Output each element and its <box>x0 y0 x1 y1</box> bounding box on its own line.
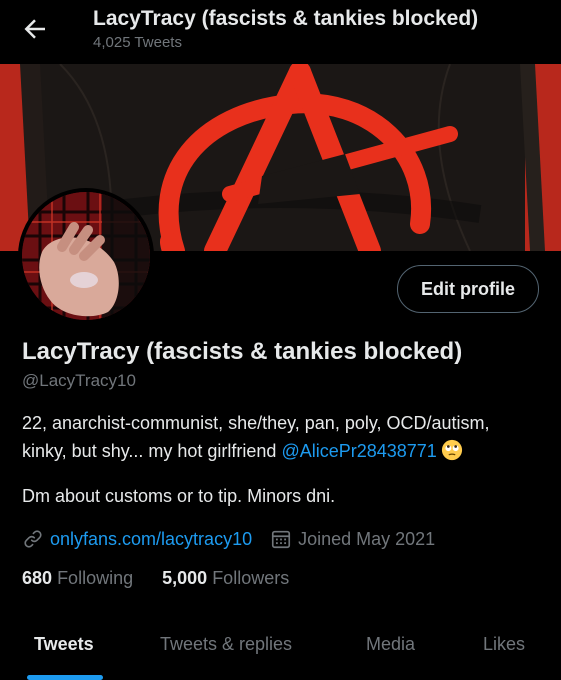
avatar-image <box>22 192 150 320</box>
followers-link[interactable]: 5,000 Followers <box>162 568 289 588</box>
back-button[interactable] <box>20 14 50 44</box>
top-bar: LacyTracy (fascists & tankies blocked) 4… <box>0 0 561 64</box>
tab-tweets[interactable]: Tweets <box>34 634 94 655</box>
profile-meta: onlyfans.com/lacytracy10 Joined May 2021 <box>22 528 435 550</box>
bio-paragraph-2: Dm about customs or to tip. Minors dni. <box>22 486 336 506</box>
following-count: 680 <box>22 568 53 588</box>
tab-likes[interactable]: Likes <box>483 634 525 655</box>
profile-handle: @LacyTracy10 <box>22 371 136 390</box>
tab-tweets-and-replies[interactable]: Tweets & replies <box>160 634 292 655</box>
bio-line-2: kinky, but shy... my hot girlfriend @Ali… <box>22 437 542 465</box>
website-link[interactable]: onlyfans.com/lacytracy10 <box>50 529 252 549</box>
edit-profile-button[interactable]: Edit profile <box>397 265 539 313</box>
face-with-rolling-eyes-emoji-icon <box>441 439 462 461</box>
profile-name: LacyTracy (fascists & tankies blocked) <box>22 338 463 365</box>
profile-bio: 22, anarchist-communist, she/they, pan, … <box>22 409 542 465</box>
followers-label: Followers <box>212 568 290 588</box>
followers-count: 5,000 <box>162 568 208 588</box>
tab-media[interactable]: Media <box>366 634 415 655</box>
header-title: LacyTracy (fascists & tankies blocked) <box>93 7 479 30</box>
joined-date: Joined May 2021 <box>298 529 436 549</box>
tweet-count: 4,025 Tweets <box>93 34 182 51</box>
bio-line-2-text: kinky, but shy... my hot girlfriend <box>22 441 282 461</box>
calendar-icon <box>272 530 291 549</box>
link-icon <box>24 530 42 548</box>
profile-stats: 680 Following 5,000 Followers <box>22 568 289 589</box>
bio-line-1: 22, anarchist-communist, she/they, pan, … <box>22 413 490 433</box>
bio-mention-link[interactable]: @AlicePr28438771 <box>281 441 436 461</box>
arrow-left-icon <box>24 19 45 39</box>
profile-tabs: Tweets Tweets & replies Media Likes <box>0 620 561 680</box>
active-tab-indicator <box>27 675 103 680</box>
following-label: Following <box>57 568 134 588</box>
following-link[interactable]: 680 Following <box>22 568 133 588</box>
avatar[interactable] <box>18 188 154 324</box>
